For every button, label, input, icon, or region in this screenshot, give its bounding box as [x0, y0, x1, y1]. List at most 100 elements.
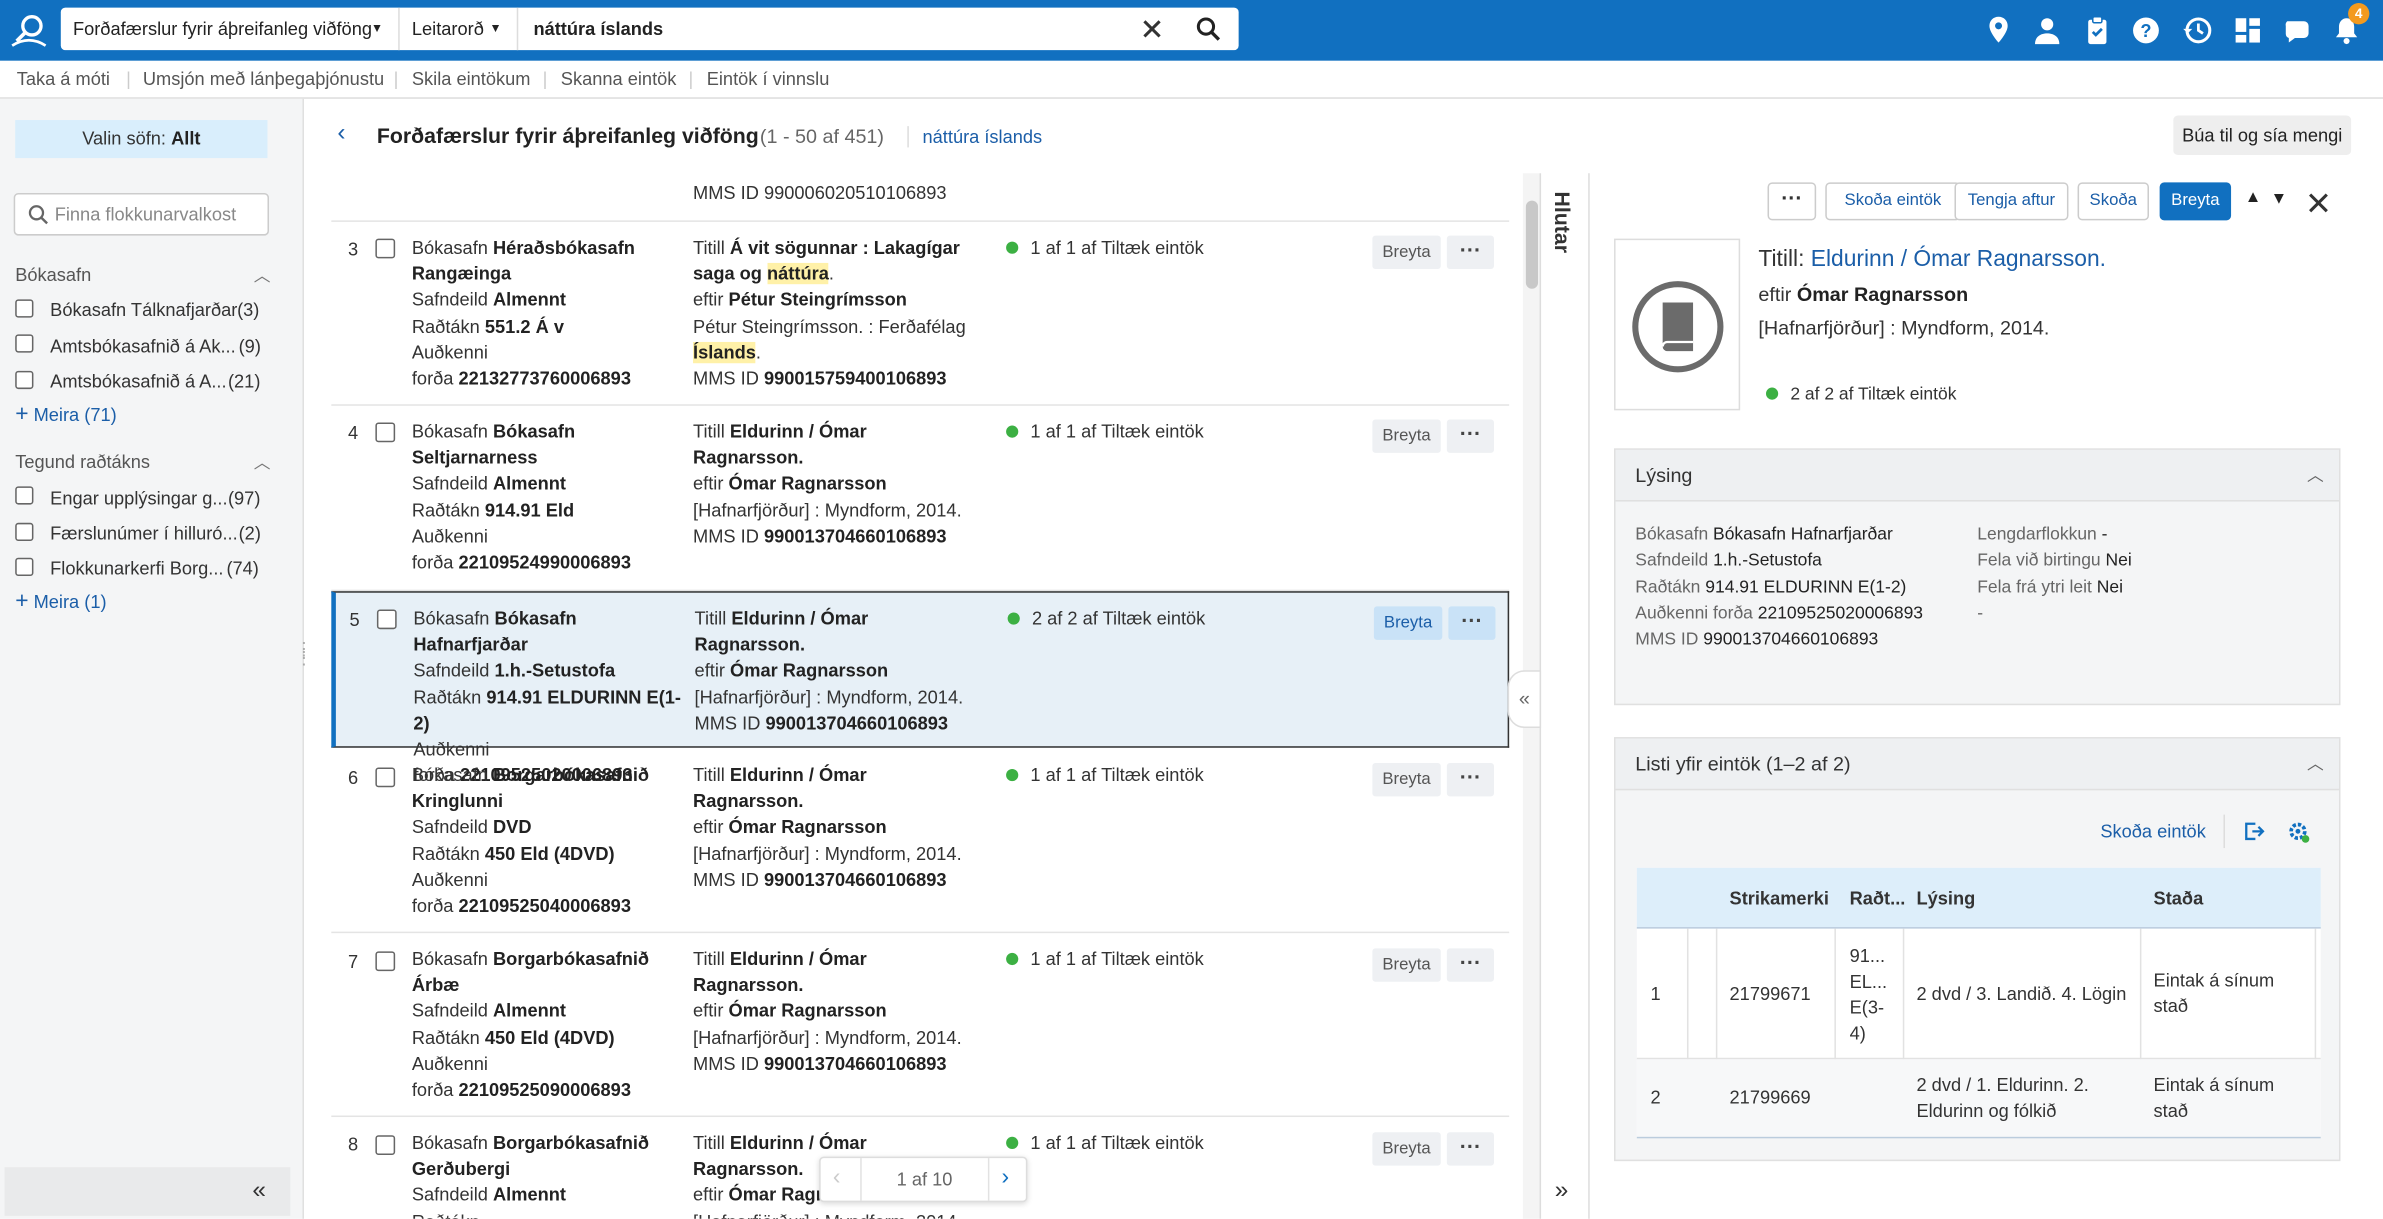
result-row-selected[interactable]: 5 Bókasafn Bókasafn Hafnarfjarðar Safndei… — [331, 591, 1510, 786]
view-button[interactable]: Skoða — [2077, 182, 2149, 221]
facet-item-label[interactable]: Amtsbókasafnið á A... — [50, 371, 226, 392]
clear-search-icon[interactable] — [1140, 17, 1164, 41]
facet-more-link[interactable]: + Meira (71) — [15, 401, 117, 427]
facet-item-label[interactable]: Engar upplýsingar g... — [50, 488, 227, 509]
search-icon[interactable] — [1195, 15, 1222, 42]
row-checkbox[interactable] — [375, 767, 396, 788]
row-checkbox[interactable] — [375, 422, 396, 443]
more-actions-button[interactable]: ··· — [1446, 235, 1494, 270]
holding-info: Bókasafn Borgarbókasafnið Kringlunni Safn… — [411, 764, 650, 917]
search-scope-select[interactable]: Forðafærslur fyrir áþreifanleg viðföng ▼ — [61, 7, 400, 51]
table-row[interactable]: 2 21799669 2 dvd / 1. Eldurinn. 2. Eldur… — [1636, 1059, 2321, 1139]
edit-button[interactable]: Breyta — [1372, 419, 1441, 453]
subnav-return-items[interactable]: Skila eintökum — [412, 68, 531, 89]
record-title-link[interactable]: Eldurinn / Ómar Ragnarsson. — [1811, 246, 2106, 272]
row-checkbox[interactable] — [375, 951, 396, 972]
column-description[interactable]: Lýsing — [1916, 888, 1975, 909]
facet-checkbox[interactable] — [15, 557, 34, 577]
facet-group-title[interactable]: Tegund raðtákns — [15, 451, 150, 472]
facet-checkbox[interactable] — [15, 486, 34, 505]
prev-page-icon[interactable]: ‹ — [833, 1164, 841, 1190]
subnav-receive[interactable]: Taka á móti — [17, 68, 110, 89]
edit-button[interactable]: Breyta — [1373, 606, 1443, 640]
subnav-scan-items[interactable]: Skanna eintök — [561, 68, 677, 89]
user-icon[interactable] — [2032, 15, 2062, 45]
facet-item-label[interactable]: Flokkunarkerfi Borg... — [50, 558, 223, 579]
table-row[interactable]: 1 21799671 91... EL... E(3-4) 2 dvd / 3.… — [1636, 929, 2321, 1060]
result-row[interactable]: 6 Bókasafn Borgarbókasafnið Kringlunni Sa… — [331, 748, 1510, 934]
edit-button[interactable]: Breyta — [1372, 1132, 1441, 1166]
facet-group-title[interactable]: Bókasafn — [15, 264, 91, 285]
subnav-separator: | — [126, 68, 131, 90]
query-tag[interactable]: náttúra íslands — [907, 126, 1042, 148]
create-set-button[interactable]: Búa til og sía mengi — [2173, 115, 2352, 156]
items-list-header[interactable]: Listi yfir eintök (1–2 af 2) ︿ — [1615, 738, 2339, 791]
description-panel-header[interactable]: Lýsing ︿ — [1615, 449, 2339, 502]
facet-checkbox[interactable] — [15, 299, 34, 318]
more-actions-button[interactable]: ··· — [1446, 419, 1494, 453]
facet-item-label[interactable]: Amtsbókasafnið á Ak... — [50, 336, 236, 357]
more-actions-button[interactable]: ··· — [1446, 948, 1494, 982]
close-icon[interactable] — [2307, 191, 2330, 214]
list-scrollbar-thumb[interactable] — [1525, 200, 1539, 289]
result-row[interactable]: 4 Bókasafn Bókasafn Seltjarnarness Safnde… — [331, 406, 1510, 592]
facet-filter-input[interactable]: Finna flokkunarvalkost — [13, 193, 270, 236]
chat-icon[interactable] — [2283, 15, 2313, 45]
subnav-items-in-process[interactable]: Eintök í vinnslu — [707, 68, 830, 89]
available-dot-icon — [1006, 425, 1019, 438]
detail-more-button[interactable]: ··· — [1767, 182, 1817, 221]
selected-libraries-chip[interactable]: Valin söfn: Allt — [15, 120, 268, 159]
search-field-select[interactable]: Leitarorð ▼ — [400, 7, 519, 51]
up-arrow-icon[interactable]: ▲ — [2245, 188, 2262, 206]
view-items-link[interactable]: Skoða eintök — [2100, 821, 2205, 842]
dashboard-icon[interactable] — [2233, 15, 2263, 45]
edit-record-button[interactable]: Breyta — [2159, 182, 2232, 221]
facet-item-label[interactable]: Færslunúmer í hilluró... — [50, 523, 238, 544]
double-chevron-right-icon[interactable]: » — [1555, 1178, 1569, 1205]
chevron-up-icon[interactable]: ︿ — [254, 263, 271, 287]
down-arrow-icon[interactable]: ▼ — [2271, 190, 2288, 208]
row-checkbox[interactable] — [375, 238, 396, 259]
facet-checkbox[interactable] — [15, 522, 34, 542]
facet-checkbox[interactable] — [15, 334, 34, 353]
search-input[interactable]: náttúra íslands — [533, 8, 663, 51]
collapse-panel-button[interactable]: « — [4, 1167, 291, 1216]
view-items-button[interactable]: Skoða eintök — [1825, 182, 1961, 221]
parts-label[interactable]: Hlutar — [1550, 191, 1574, 252]
chevron-up-icon[interactable]: ︿ — [2307, 450, 2324, 502]
chevron-up-icon[interactable]: ︿ — [2307, 739, 2324, 791]
tasks-icon[interactable] — [2082, 15, 2112, 45]
edit-button[interactable]: Breyta — [1372, 235, 1441, 270]
row-number: 8 — [348, 1133, 359, 1156]
facet-checkbox[interactable] — [15, 370, 34, 390]
help-icon[interactable]: ? — [2131, 15, 2161, 45]
export-icon[interactable] — [2243, 821, 2265, 842]
column-call-number[interactable]: Raðt... — [1850, 888, 1906, 909]
back-chevron-icon[interactable]: ‹ — [337, 120, 345, 147]
result-row[interactable]: 3 Bókasafn Héraðsbókasafn Rangæinga Safnd… — [331, 222, 1510, 406]
result-row[interactable]: 7 Bókasafn Borgarbókasafnið Árbæ Safndeil… — [331, 933, 1510, 1118]
relink-button[interactable]: Tengja aftur — [1954, 182, 2069, 221]
chevron-up-icon[interactable]: ︿ — [254, 450, 271, 474]
next-page-icon[interactable]: › — [1002, 1164, 1010, 1190]
parts-panel — [1539, 173, 1590, 1219]
column-barcode[interactable]: Strikamerki — [1730, 888, 1829, 909]
facet-more-link[interactable]: + Meira (1) — [15, 588, 106, 614]
more-actions-button[interactable]: ··· — [1448, 606, 1496, 640]
search-scope-label: Forðafærslur fyrir áþreifanleg viðföng — [72, 18, 372, 40]
edit-button[interactable]: Breyta — [1372, 948, 1441, 982]
column-status[interactable]: Staða — [2154, 888, 2204, 909]
collapse-detail-button[interactable]: « — [1507, 670, 1542, 728]
edit-button[interactable]: Breyta — [1372, 762, 1441, 797]
history-icon[interactable] — [2182, 15, 2212, 45]
row-checkbox[interactable] — [375, 1135, 396, 1156]
subnav-patron-services[interactable]: Umsjón með lánþegaþjónustu — [143, 68, 384, 89]
more-actions-button[interactable]: ··· — [1446, 1132, 1494, 1166]
more-actions-button[interactable]: ··· — [1446, 762, 1494, 797]
settings-icon[interactable] — [2287, 821, 2310, 844]
location-icon[interactable] — [1983, 15, 2013, 45]
logo-icon[interactable] — [9, 12, 49, 48]
row-checkbox[interactable] — [376, 609, 397, 630]
description-panel: Lýsing ︿ Bókasafn Bókasafn Hafnarfjarðar … — [1614, 448, 2341, 706]
facet-item-label[interactable]: Bókasafn Tálknafjarðar — [50, 299, 237, 320]
